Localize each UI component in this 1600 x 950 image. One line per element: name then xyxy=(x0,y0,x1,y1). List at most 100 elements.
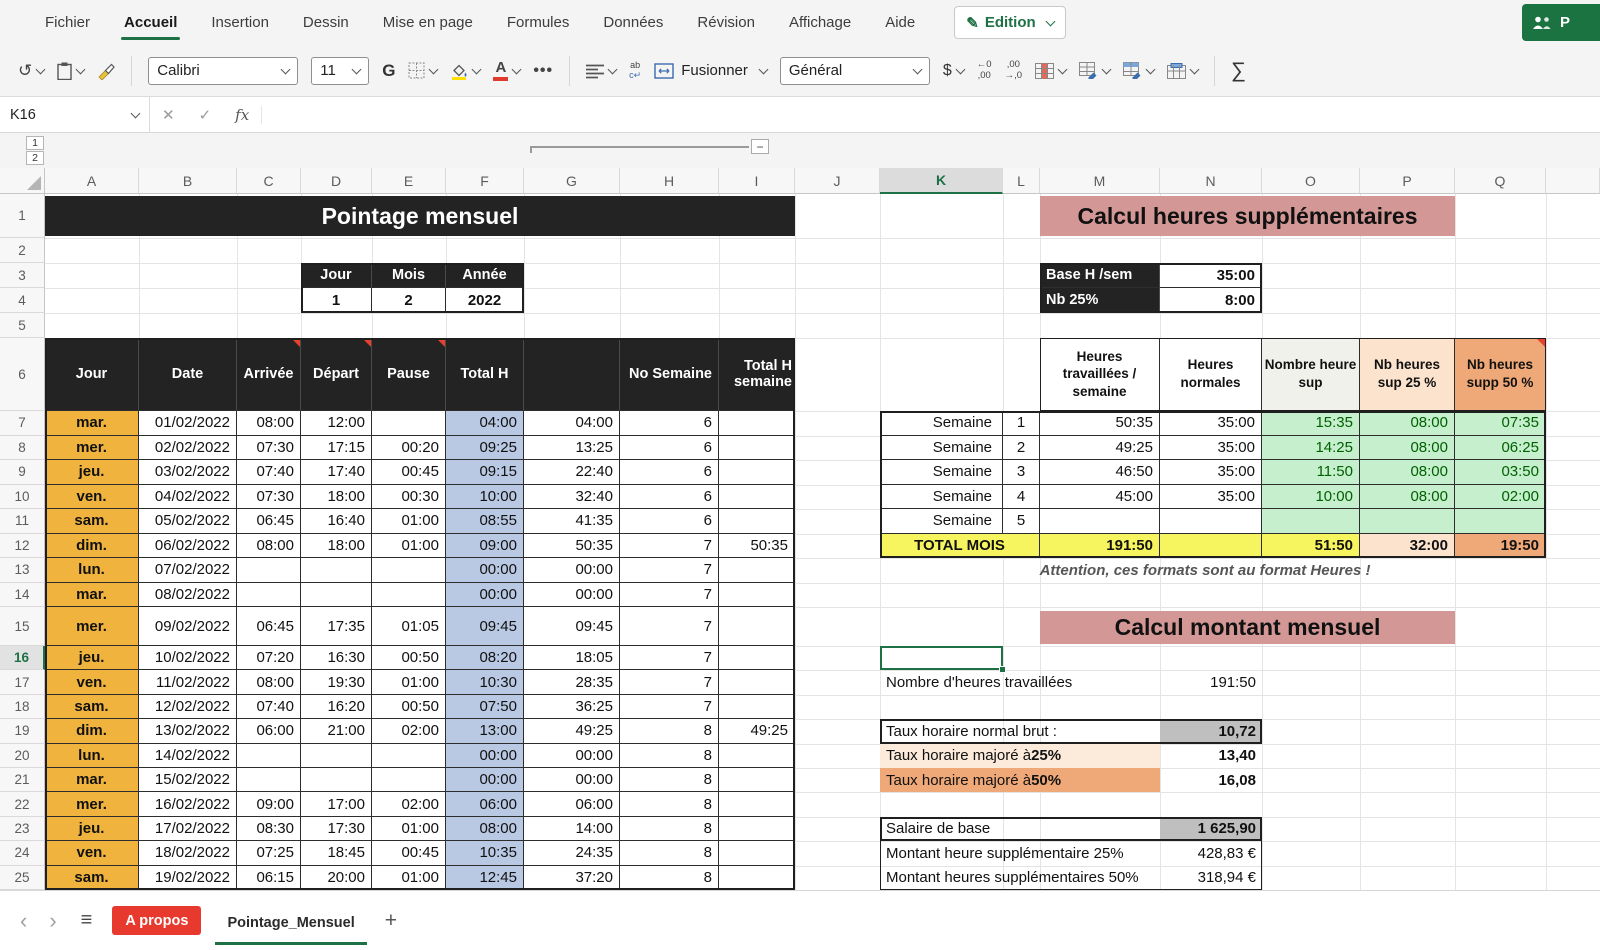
rate-label[interactable]: Taux horaire majoré à 25% xyxy=(880,743,1160,768)
cell-H14[interactable]: 7 xyxy=(620,582,719,607)
row-header-18[interactable]: 18 xyxy=(0,694,45,720)
menu-item-formules[interactable]: Formules xyxy=(490,0,587,45)
amount-value[interactable]: 1 625,90 xyxy=(1160,816,1262,842)
cell-B19[interactable]: 13/02/2022 xyxy=(139,719,237,744)
week-sup50[interactable]: 06:25 xyxy=(1455,435,1546,460)
column-header-Q[interactable]: Q xyxy=(1455,168,1546,194)
cell-I15[interactable] xyxy=(719,607,795,646)
cell-D15[interactable]: 17:35 xyxy=(301,607,372,646)
cell-E7[interactable] xyxy=(372,411,446,436)
outline-level-1[interactable]: 1 xyxy=(26,136,44,150)
rate-label[interactable]: Taux horaire majoré à 50% xyxy=(880,768,1160,793)
hours-worked-value[interactable]: 191:50 xyxy=(1160,670,1262,694)
more-options-button[interactable]: ••• xyxy=(533,62,553,80)
cell-B13[interactable]: 07/02/2022 xyxy=(139,558,237,583)
cell-G13[interactable]: 00:00 xyxy=(524,558,620,583)
column-header-K[interactable]: K xyxy=(880,168,1003,194)
cell-F21[interactable]: 00:00 xyxy=(446,768,524,793)
date-selector-header[interactable]: Jour xyxy=(301,263,372,288)
cell-H13[interactable]: 7 xyxy=(620,558,719,583)
week-number[interactable]: 3 xyxy=(1003,460,1040,485)
cell-D24[interactable]: 18:45 xyxy=(301,841,372,866)
cell-B20[interactable]: 14/02/2022 xyxy=(139,743,237,768)
cell-F7[interactable]: 04:00 xyxy=(446,411,524,436)
insert-cells-button[interactable] xyxy=(1035,62,1068,79)
cell-B8[interactable]: 02/02/2022 xyxy=(139,435,237,460)
week-normal[interactable]: 35:00 xyxy=(1160,435,1262,460)
cell-G7[interactable]: 04:00 xyxy=(524,411,620,436)
insert-function-icon[interactable]: fx xyxy=(223,105,263,124)
column-header-P[interactable]: P xyxy=(1360,168,1455,194)
cell-C16[interactable]: 07:20 xyxy=(237,646,301,671)
fill-color-button[interactable] xyxy=(450,62,482,80)
timesheet-header-no-semaine[interactable]: No Semaine xyxy=(620,338,719,411)
row-header-16[interactable]: 16 xyxy=(0,646,45,671)
cell-A24[interactable]: ven. xyxy=(45,841,139,866)
cell-B14[interactable]: 08/02/2022 xyxy=(139,582,237,607)
bold-button[interactable]: G xyxy=(382,61,395,81)
week-sup50[interactable]: 07:35 xyxy=(1455,411,1546,436)
row-header-24[interactable]: 24 xyxy=(0,841,45,866)
row-header-13[interactable]: 13 xyxy=(0,558,45,583)
cell-E15[interactable]: 01:05 xyxy=(372,607,446,646)
cell-D18[interactable]: 16:20 xyxy=(301,694,372,720)
overtime-title[interactable]: Calcul heures supplémentaires xyxy=(1040,196,1455,236)
week-number[interactable]: 5 xyxy=(1003,509,1040,534)
cell-G23[interactable]: 14:00 xyxy=(524,816,620,842)
cell-H17[interactable]: 7 xyxy=(620,670,719,695)
cell-A14[interactable]: mar. xyxy=(45,582,139,607)
cell-B7[interactable]: 01/02/2022 xyxy=(139,411,237,436)
timesheet-header-pause[interactable]: Pause xyxy=(372,338,446,411)
week-sup[interactable]: 11:50 xyxy=(1262,460,1360,485)
week-worked[interactable]: 50:35 xyxy=(1040,411,1160,436)
column-header-M[interactable]: M xyxy=(1040,168,1160,194)
week-sup25[interactable]: 08:00 xyxy=(1360,460,1455,485)
decrease-decimal-button[interactable]: ,00 →,0 xyxy=(1005,59,1022,82)
row-header-10[interactable]: 10 xyxy=(0,484,45,509)
column-header-A[interactable]: A xyxy=(45,168,139,194)
cell-B10[interactable]: 04/02/2022 xyxy=(139,484,237,509)
cell-B24[interactable]: 18/02/2022 xyxy=(139,841,237,866)
cell-H15[interactable]: 7 xyxy=(620,607,719,646)
format-painter-button[interactable] xyxy=(97,62,116,80)
cell-E24[interactable]: 00:45 xyxy=(372,841,446,866)
cell-A19[interactable]: dim. xyxy=(45,719,139,744)
select-all-corner[interactable] xyxy=(0,168,45,194)
cell-C23[interactable]: 08:30 xyxy=(237,816,301,842)
cell-F15[interactable]: 09:45 xyxy=(446,607,524,646)
cell-H22[interactable]: 8 xyxy=(620,792,719,817)
outline-level-2[interactable]: 2 xyxy=(26,151,44,165)
week-label[interactable]: Semaine xyxy=(880,460,1003,485)
row-header-22[interactable]: 22 xyxy=(0,792,45,817)
row-header-19[interactable]: 19 xyxy=(0,719,45,744)
week-header[interactable]: Nb heures supp 50 % xyxy=(1455,338,1546,411)
cell-I18[interactable] xyxy=(719,694,795,720)
cell-C9[interactable]: 07:40 xyxy=(237,460,301,485)
cell-I13[interactable] xyxy=(719,558,795,583)
cell-E21[interactable] xyxy=(372,768,446,793)
row-header-11[interactable]: 11 xyxy=(0,509,45,534)
week-label[interactable]: Semaine xyxy=(880,484,1003,509)
week-label[interactable]: Semaine xyxy=(880,411,1003,436)
cell-I7[interactable] xyxy=(719,411,795,436)
cell-A21[interactable]: mar. xyxy=(45,768,139,793)
cell-H9[interactable]: 6 xyxy=(620,460,719,485)
cell-G21[interactable]: 00:00 xyxy=(524,768,620,793)
cell-C17[interactable]: 08:00 xyxy=(237,670,301,695)
amount-value[interactable]: 428,83 € xyxy=(1160,841,1262,865)
menu-item-aide[interactable]: Aide xyxy=(868,0,932,45)
conditional-formatting-button[interactable] xyxy=(1079,62,1112,79)
borders-button[interactable] xyxy=(408,62,439,79)
cell-F19[interactable]: 13:00 xyxy=(446,719,524,744)
sheet-tab-a-propos[interactable]: A propos xyxy=(112,906,202,935)
autosum-button[interactable]: ∑ xyxy=(1231,59,1246,83)
row-header-2[interactable]: 2 xyxy=(0,238,45,263)
week-worked[interactable] xyxy=(1040,509,1160,534)
cell-A11[interactable]: sam. xyxy=(45,509,139,534)
week-sup[interactable]: 14:25 xyxy=(1262,435,1360,460)
cell-A7[interactable]: mar. xyxy=(45,411,139,436)
cell-G15[interactable]: 09:45 xyxy=(524,607,620,646)
cell-C7[interactable]: 08:00 xyxy=(237,411,301,436)
row-header-12[interactable]: 12 xyxy=(0,533,45,558)
row-header-23[interactable]: 23 xyxy=(0,816,45,842)
